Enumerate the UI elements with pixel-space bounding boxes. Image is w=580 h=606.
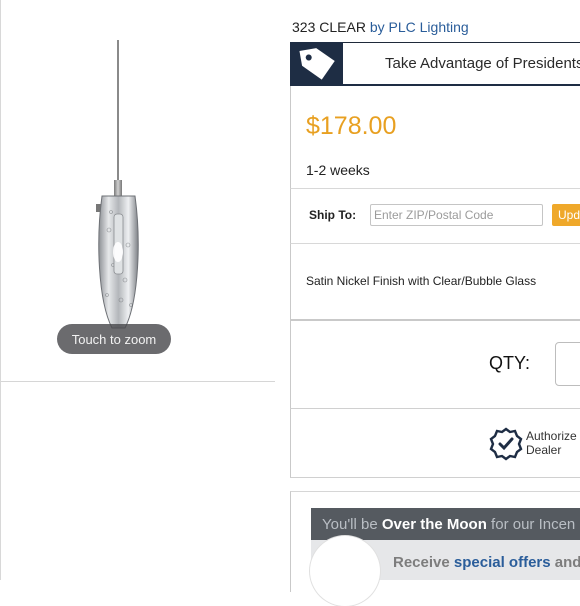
product-title: 323 CLEAR by PLC Lighting [292, 19, 469, 35]
incentive-sub-suffix: and p [554, 554, 580, 571]
qty-label: QTY: [489, 353, 531, 373]
special-offers-link[interactable]: special offers [454, 554, 551, 571]
moon-icon [310, 536, 380, 606]
price-tag-icon [299, 48, 335, 80]
finish-description: Satin Nickel Finish with Clear/Bubble Gl… [306, 274, 537, 288]
incentive-title-suffix: for our Incen [486, 516, 576, 533]
quantity-section [290, 319, 580, 410]
zip-input[interactable] [370, 204, 543, 226]
incentive-title: You'll be Over the Moon for our Incen [322, 516, 575, 533]
dealer-line1: Authorize [526, 429, 577, 443]
brand-by: by [369, 19, 385, 35]
badge-check-icon [489, 427, 523, 461]
incentive-sub-prefix: Receive [393, 554, 454, 571]
promo-icon-box [290, 42, 343, 86]
ship-to-label: Ship To: [309, 208, 357, 222]
update-button[interactable]: Upd [552, 204, 580, 226]
image-divider [1, 381, 275, 382]
qty-input[interactable]: 1 [555, 342, 580, 386]
model-number: 323 CLEAR [292, 19, 366, 35]
promo-text: Take Advantage of Presidents D [385, 55, 580, 72]
brand-link[interactable]: PLC Lighting [389, 19, 469, 35]
zoom-hint: Touch to zoom [57, 324, 171, 354]
dealer-line2: Dealer [526, 443, 562, 457]
lead-time: 1-2 weeks [306, 162, 370, 178]
incentive-title-prefix: You'll be [322, 516, 382, 533]
incentive-title-bold: Over the Moon [381, 516, 487, 533]
incentive-subtitle: Receive special offers and p [393, 554, 580, 571]
price: $178.00 [306, 112, 397, 140]
